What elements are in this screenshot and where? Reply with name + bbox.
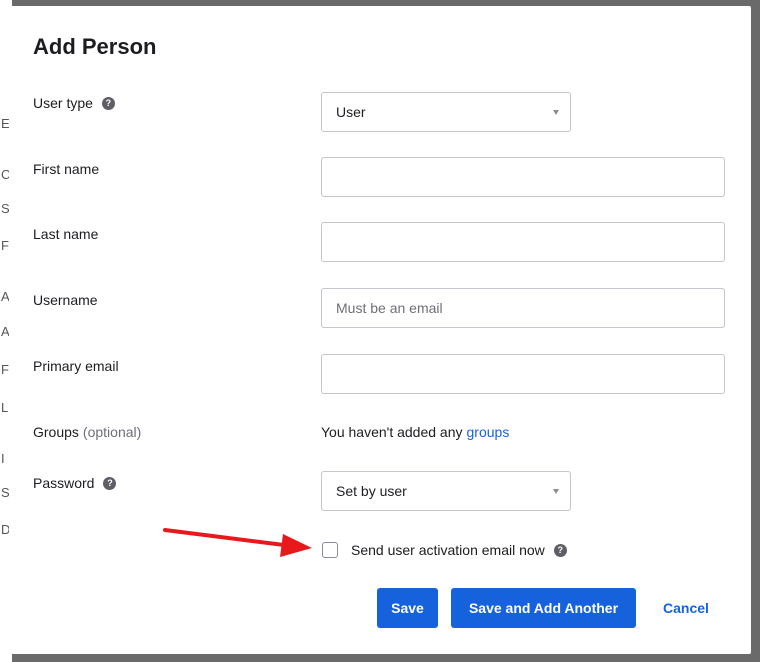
red-arrow-annotation	[163, 528, 312, 557]
